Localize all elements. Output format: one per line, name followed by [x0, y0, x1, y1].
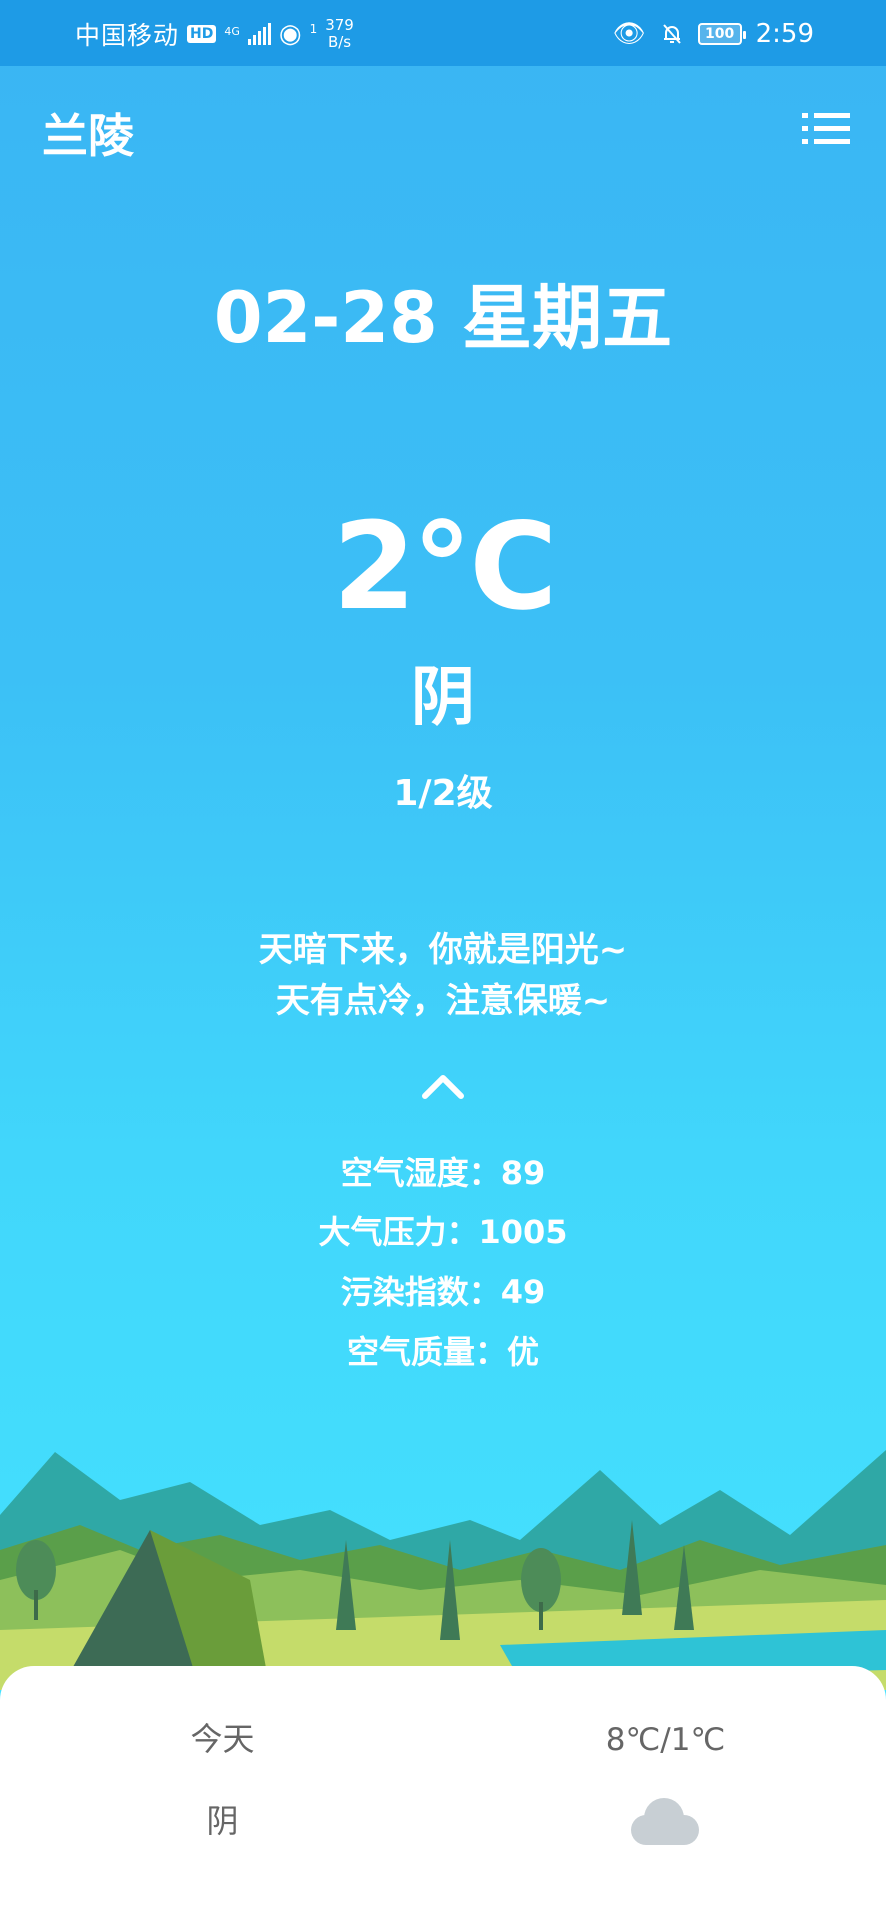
battery-level: 100: [704, 26, 735, 42]
clock: 2:59: [755, 19, 814, 49]
speed-value: 379: [325, 16, 354, 34]
date-weekday: 02-28 星期五: [213, 277, 673, 359]
pollution-detail: 污染指数：49: [340, 1273, 546, 1311]
forecast-day-label: 今天: [190, 1720, 255, 1758]
wind-level: 1/2级: [393, 773, 493, 814]
pressure-detail: 大气压力：1005: [318, 1213, 568, 1251]
status-bar: 中国移动 HD 4G ◉ 1 379 B/s 👁 100 2:59: [0, 0, 886, 66]
speed-unit: B/s: [327, 33, 352, 51]
humidity-detail: 空气湿度：89: [340, 1154, 546, 1192]
network-speed: 379 B/s: [325, 17, 354, 51]
chevron-up-icon[interactable]: [421, 1070, 465, 1100]
weather-condition: 阴: [411, 661, 475, 735]
network-type: 4G: [224, 24, 240, 38]
air-quality-detail: 空气质量：优: [346, 1333, 539, 1371]
wifi-icon: ◉: [278, 19, 302, 49]
hd-badge: HD: [187, 25, 217, 43]
forecast-temp-range: 8℃/1℃: [605, 1722, 726, 1758]
battery-icon: 100: [697, 23, 746, 45]
forecast-card[interactable]: 今天 阴 8℃/1℃: [0, 1666, 886, 1920]
signal-icon: [247, 23, 271, 45]
city-title[interactable]: 兰陵: [42, 100, 134, 166]
forecast-condition: 阴: [206, 1802, 239, 1840]
landscape-illustration: [0, 1450, 886, 1690]
current-temperature: 2℃: [332, 498, 558, 637]
eye-comfort-icon: 👁: [612, 19, 646, 49]
cloud-icon: [631, 1798, 699, 1845]
mute-bell-icon: [662, 24, 681, 44]
carrier-name: 中国移动: [75, 21, 180, 50]
wifi-badge: 1: [309, 22, 318, 36]
menu-icon[interactable]: [802, 113, 850, 145]
weather-tip-line2: 天有点冷，注意保暖~: [275, 981, 611, 1021]
weather-tip-line1: 天暗下来，你就是阳光~: [258, 930, 628, 970]
